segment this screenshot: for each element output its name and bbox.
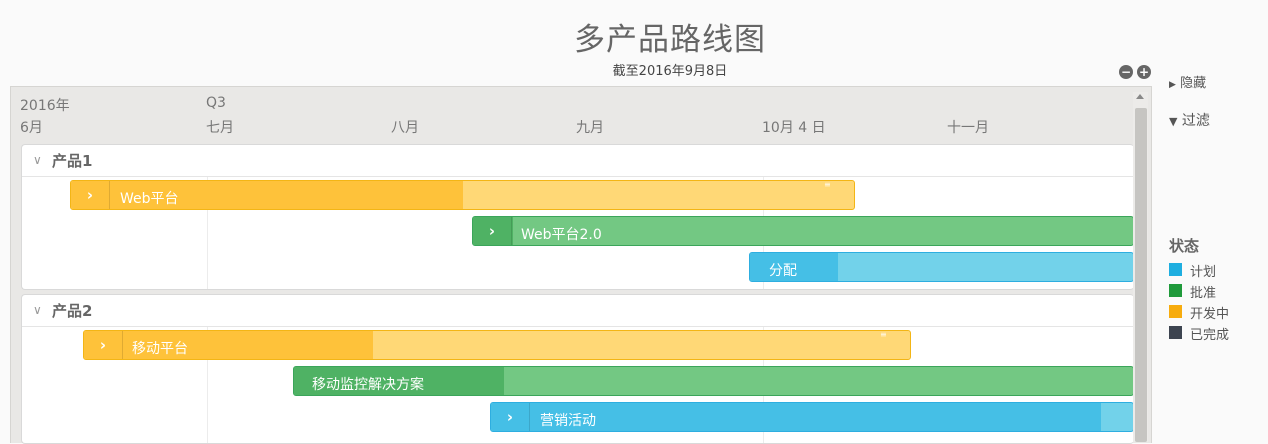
roadmap-bar[interactable]: › Web平台2.0 — [472, 216, 1134, 246]
timeline-year: 2016年 — [20, 98, 70, 114]
month-tick: 10月 4 日 — [762, 120, 826, 136]
legend-swatch — [1169, 305, 1182, 318]
legend-label: 计划 — [1190, 265, 1217, 280]
page-title: 多产品路线图 — [574, 22, 766, 58]
hide-label: 隐藏 — [1180, 76, 1207, 91]
chevron-down-icon[interactable]: ∨ — [33, 303, 42, 317]
chevron-right-icon[interactable]: › — [491, 403, 530, 431]
legend-swatch — [1169, 284, 1182, 297]
legend-title: 状态 — [1169, 237, 1200, 255]
group-header[interactable]: ∨ 产品1 — [22, 145, 1134, 177]
bar-label: 分配 — [769, 263, 797, 279]
drag-handle-icon[interactable]: ≡ — [880, 331, 887, 339]
roadmap-bar[interactable]: 分配 — [749, 252, 1134, 282]
scroll-up-icon[interactable] — [1136, 94, 1144, 99]
roadmap-bar[interactable]: › Web平台 ≡ — [70, 180, 855, 210]
roadmap-bar[interactable]: › 移动平台 ≡ — [83, 330, 911, 360]
group-header[interactable]: ∨ 产品2 — [22, 295, 1134, 327]
chevron-right-icon[interactable]: › — [84, 331, 123, 359]
legend-swatch — [1169, 263, 1182, 276]
month-tick: 十一月 — [947, 120, 989, 136]
roadmap-bar[interactable]: 移动监控解决方案 — [293, 366, 1134, 396]
zoom-in-icon[interactable]: + — [1137, 65, 1151, 79]
drag-handle-icon[interactable]: ≡ — [824, 181, 831, 189]
legend-label: 已完成 — [1190, 328, 1230, 343]
roadmap-bar[interactable]: › 营销活动 — [490, 402, 1134, 432]
bar-label: 移动平台 — [132, 341, 188, 357]
group-name: 产品2 — [52, 302, 93, 320]
scrollbar-thumb[interactable] — [1135, 108, 1147, 442]
progress-fill — [84, 331, 374, 359]
bar-label: Web平台 — [120, 191, 179, 207]
month-tick: 八月 — [391, 120, 419, 136]
month-tick: 6月 — [20, 120, 43, 136]
zoom-out-icon[interactable]: − — [1119, 65, 1133, 79]
as-of-date: 截至2016年9月8日 — [612, 64, 728, 79]
caret-right-icon: ▶ — [1169, 80, 1176, 90]
group-name: 产品1 — [52, 152, 93, 170]
filter-label: 过滤 — [1181, 113, 1210, 129]
legend-swatch — [1169, 326, 1182, 339]
filter-icon: ▼ — [1169, 115, 1178, 128]
hide-toggle[interactable]: ▶ 隐藏 — [1169, 72, 1206, 91]
chevron-down-icon[interactable]: ∨ — [33, 153, 42, 167]
bar-label: 移动监控解决方案 — [312, 377, 424, 393]
bar-label: Web平台2.0 — [521, 227, 602, 243]
chevron-right-icon[interactable]: › — [71, 181, 110, 209]
bar-label: 营销活动 — [540, 413, 596, 429]
timeline-quarter: Q3 — [206, 95, 226, 111]
month-tick: 七月 — [206, 120, 234, 136]
month-tick: 九月 — [576, 120, 604, 136]
legend-label: 开发中 — [1190, 307, 1230, 322]
legend-label: 批准 — [1190, 286, 1217, 301]
chevron-right-icon[interactable]: › — [473, 217, 512, 245]
filter-button[interactable]: ▼ 过滤 — [1169, 110, 1210, 130]
